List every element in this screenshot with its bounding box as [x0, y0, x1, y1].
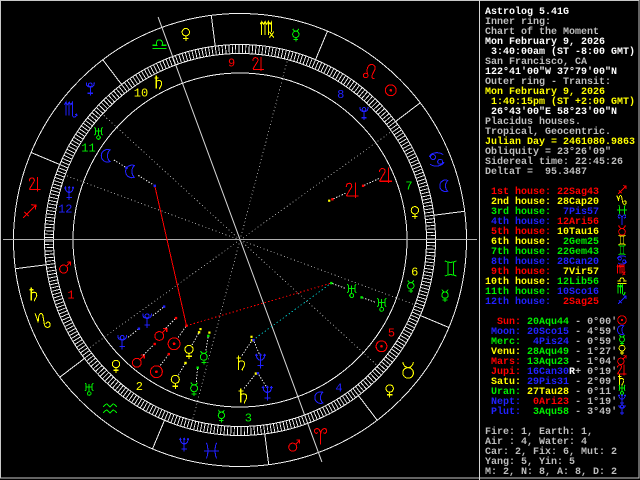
- svg-text:5: 5: [388, 326, 395, 340]
- svg-text:6: 6: [411, 265, 418, 279]
- svg-text:12: 12: [58, 203, 72, 217]
- svg-text:7: 7: [405, 180, 412, 194]
- svg-text:11: 11: [81, 142, 95, 156]
- svg-text:8: 8: [337, 88, 344, 102]
- svg-text:9: 9: [228, 57, 235, 71]
- svg-text:4: 4: [335, 381, 342, 395]
- svg-text:10: 10: [134, 87, 148, 101]
- svg-text:2: 2: [136, 380, 143, 394]
- svg-text:1: 1: [67, 288, 74, 302]
- svg-text:3: 3: [245, 411, 252, 425]
